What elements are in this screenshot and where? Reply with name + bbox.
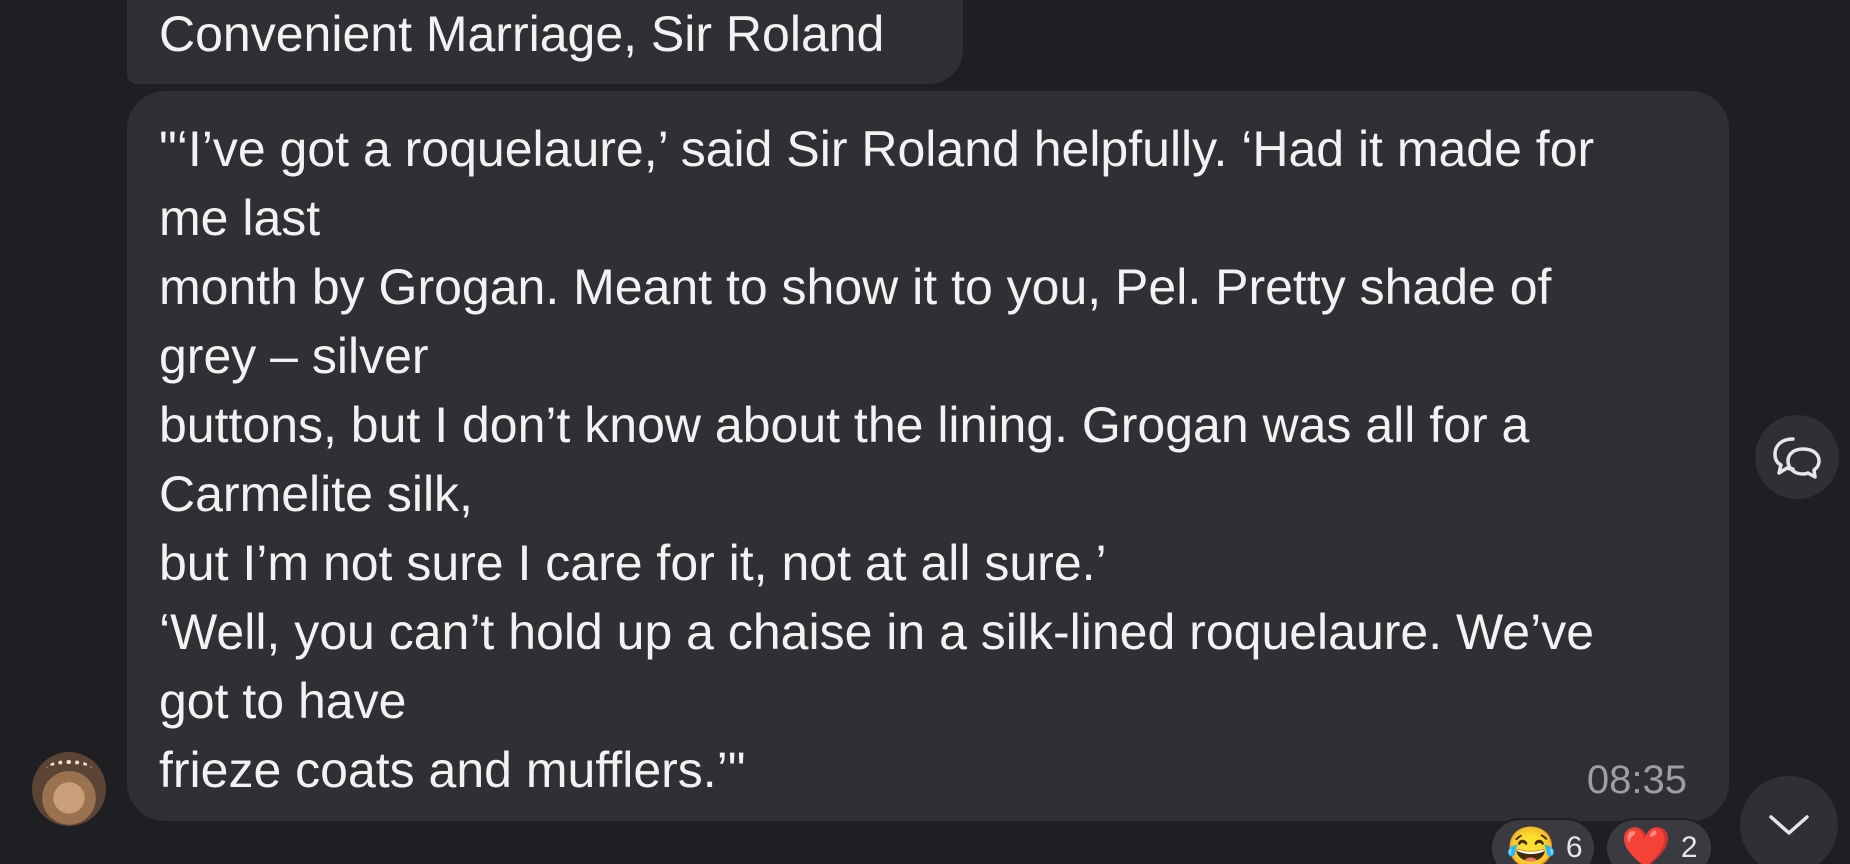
message-line: month by Grogan. Meant to show it to you… (159, 259, 1552, 315)
message-line: grey – silver (159, 328, 429, 384)
message-line: got to have (159, 673, 407, 729)
chat-view: Convenient Marriage, Sir Roland "‘I’ve g… (0, 0, 1850, 864)
message-line: frieze coats and mufflers.’" (159, 742, 746, 798)
message-text-previous: Convenient Marriage, Sir Roland (159, 6, 885, 62)
message-line: me last (159, 190, 321, 246)
message-bubble-previous[interactable]: Convenient Marriage, Sir Roland (127, 0, 963, 84)
reaction-count: 2 (1680, 831, 1698, 864)
message-text: "‘I’ve got a roquelaure,’ said Sir Rolan… (159, 115, 1594, 805)
message-line: buttons, but I don’t know about the lini… (159, 397, 1530, 453)
scroll-down-button[interactable] (1740, 776, 1838, 864)
message-bubble[interactable]: "‘I’ve got a roquelaure,’ said Sir Rolan… (127, 91, 1729, 821)
comment-button[interactable] (1755, 415, 1839, 499)
message-line: Carmelite silk, (159, 466, 473, 522)
laughing-emoji-icon: 😂 (1506, 826, 1556, 864)
sender-avatar[interactable] (32, 752, 106, 826)
reaction-heart[interactable]: ❤️ 2 (1605, 818, 1713, 864)
tiara-decoration (46, 760, 92, 778)
chevron-down-icon (1769, 815, 1809, 835)
reaction-laugh[interactable]: 😂 6 (1490, 818, 1596, 864)
message-line: ‘Well, you can’t hold up a chaise in a s… (159, 604, 1595, 660)
message-line: "‘I’ve got a roquelaure,’ said Sir Rolan… (159, 121, 1595, 177)
reaction-count: 6 (1565, 831, 1583, 864)
heart-emoji-icon: ❤️ (1621, 826, 1671, 864)
comment-icon (1773, 437, 1821, 479)
message-timestamp: 08:35 (1586, 758, 1687, 802)
message-line: but I’m not sure I care for it, not at a… (159, 535, 1107, 591)
